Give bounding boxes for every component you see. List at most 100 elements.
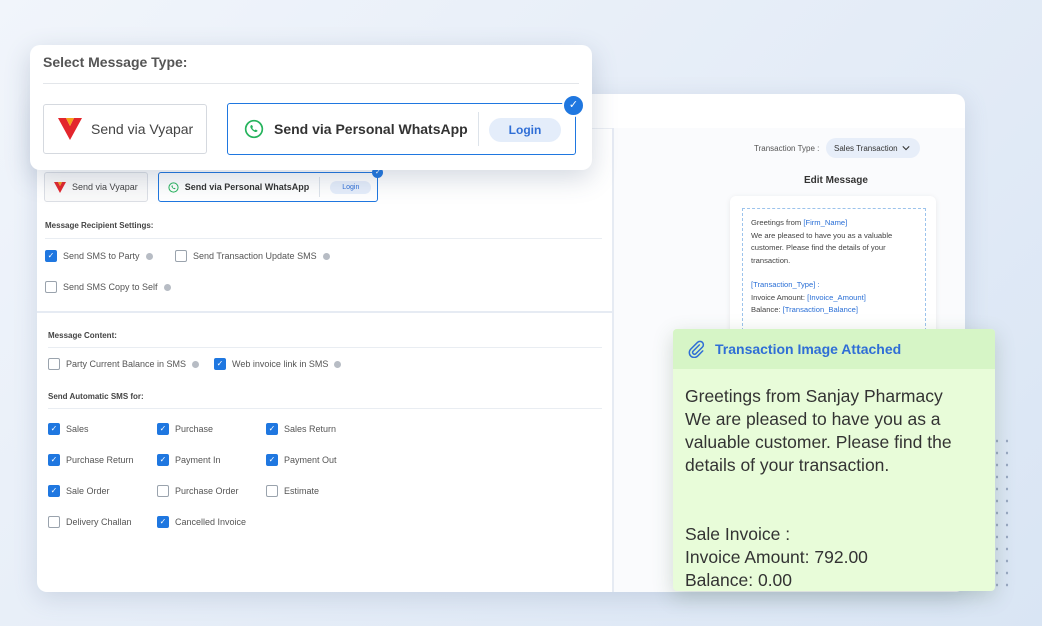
edit-message-title: Edit Message bbox=[804, 175, 868, 186]
option-label: Sale Order bbox=[66, 486, 110, 496]
chevron-down-icon bbox=[901, 146, 910, 151]
checkbox-unchecked[interactable] bbox=[157, 485, 169, 497]
checkbox-unchecked[interactable] bbox=[48, 358, 60, 370]
info-icon[interactable] bbox=[145, 252, 153, 260]
tab-label: Send via Vyapar bbox=[72, 182, 138, 192]
divider bbox=[478, 112, 479, 146]
whatsapp-icon bbox=[244, 119, 264, 139]
preview-message-body: Greetings from Sanjay Pharmacy We are pl… bbox=[673, 369, 995, 591]
preview-line: Balance: 0.00 bbox=[685, 570, 793, 590]
message-preview-card: Transaction Image Attached Greetings fro… bbox=[673, 329, 995, 591]
info-icon[interactable] bbox=[334, 360, 342, 368]
auto-sms-purchase-order[interactable]: Purchase Order bbox=[157, 485, 239, 497]
option-label: Sales Return bbox=[284, 424, 337, 434]
checkbox-checked[interactable]: ✓ bbox=[45, 250, 57, 262]
checkbox-checked[interactable]: ✓ bbox=[266, 423, 278, 435]
option-label: Purchase Return bbox=[66, 455, 134, 465]
option-label: Sales bbox=[66, 424, 89, 434]
template-text: Balance: bbox=[751, 305, 783, 314]
tab-send-via-whatsapp[interactable]: Send via Personal WhatsApp Login ✓ bbox=[157, 167, 384, 202]
paperclip-icon bbox=[688, 340, 705, 358]
template-text: : bbox=[815, 280, 820, 289]
button-label: Send via Vyapar bbox=[91, 121, 194, 137]
message-template-editor[interactable]: Greetings from [Firm_Name] We are please… bbox=[742, 208, 926, 346]
divider bbox=[48, 347, 602, 348]
settings-panel: Send via Vyapar Send via Personal WhatsA… bbox=[37, 128, 614, 592]
template-placeholder: [Invoice_Amount] bbox=[807, 292, 866, 302]
option-label: Party Current Balance in SMS bbox=[66, 359, 187, 369]
web-invoice-link-option[interactable]: ✓ Web invoice link in SMS bbox=[214, 358, 342, 370]
auto-sms-sale-order[interactable]: ✓ Sale Order bbox=[48, 485, 110, 497]
checkbox-checked[interactable]: ✓ bbox=[157, 516, 169, 528]
divider bbox=[45, 238, 602, 239]
preview-line: Sale Invoice : bbox=[685, 524, 791, 544]
checkbox-unchecked[interactable] bbox=[266, 485, 278, 497]
auto-sms-estimate[interactable]: Estimate bbox=[266, 485, 319, 497]
option-label: Send SMS to Party bbox=[63, 251, 140, 261]
recipient-settings-title: Message Recipient Settings: bbox=[45, 221, 154, 230]
tab-label: Send via Personal WhatsApp bbox=[184, 182, 310, 192]
auto-sms-purchase-return[interactable]: ✓ Purchase Return bbox=[48, 454, 134, 466]
mini-login-button[interactable]: Login bbox=[330, 180, 372, 194]
message-template-card: Greetings from [Firm_Name] We are please… bbox=[730, 196, 936, 346]
checkbox-unchecked[interactable] bbox=[48, 516, 60, 528]
transaction-type-value: Sales Transaction bbox=[834, 143, 898, 153]
template-text: Greetings from bbox=[751, 218, 804, 227]
vyapar-logo-icon bbox=[58, 118, 82, 140]
option-label: Estimate bbox=[284, 486, 320, 496]
info-icon[interactable] bbox=[322, 252, 330, 260]
template-placeholder: [Transaction_Balance] bbox=[782, 305, 858, 314]
attachment-label: Transaction Image Attached bbox=[715, 341, 902, 357]
template-placeholder: [Transaction_Type] bbox=[751, 280, 816, 289]
auto-sms-sales[interactable]: ✓ Sales bbox=[48, 423, 89, 435]
message-content-title: Message Content: bbox=[48, 331, 117, 340]
checkbox-unchecked[interactable] bbox=[175, 250, 187, 262]
option-label: Purchase bbox=[175, 424, 214, 434]
preview-line: Invoice Amount: 792.00 bbox=[685, 547, 868, 567]
selected-check-icon: ✓ bbox=[562, 94, 585, 117]
vyapar-logo-icon bbox=[54, 181, 66, 193]
info-icon[interactable] bbox=[163, 283, 171, 291]
send-sms-copy-to-self-option[interactable]: Send SMS Copy to Self bbox=[45, 281, 171, 293]
option-label: Delivery Challan bbox=[66, 517, 132, 527]
auto-sms-delivery-challan[interactable]: Delivery Challan bbox=[48, 516, 132, 528]
auto-sms-purchase[interactable]: ✓ Purchase bbox=[157, 423, 213, 435]
divider bbox=[319, 177, 321, 197]
attachment-header: Transaction Image Attached bbox=[673, 329, 995, 369]
checkbox-checked[interactable]: ✓ bbox=[157, 423, 169, 435]
select-message-type-popup: Select Message Type: Send via Vyapar Sen… bbox=[30, 45, 592, 170]
tab-send-via-vyapar[interactable]: Send via Vyapar bbox=[44, 172, 148, 202]
popup-title: Select Message Type: bbox=[43, 54, 188, 70]
info-icon[interactable] bbox=[192, 360, 200, 368]
checkbox-checked[interactable]: ✓ bbox=[48, 423, 60, 435]
option-label: Payment Out bbox=[284, 455, 337, 465]
checkbox-checked[interactable]: ✓ bbox=[48, 454, 60, 466]
checkbox-checked[interactable]: ✓ bbox=[48, 485, 60, 497]
send-via-whatsapp-button[interactable]: Send via Personal WhatsApp Login ✓ bbox=[227, 94, 585, 155]
auto-sms-payment-in[interactable]: ✓ Payment In bbox=[157, 454, 221, 466]
template-text: We are pleased to have you as a valuable bbox=[751, 230, 893, 240]
auto-sms-sales-return[interactable]: ✓ Sales Return bbox=[266, 423, 336, 435]
auto-sms-cancelled-invoice[interactable]: ✓ Cancelled Invoice bbox=[157, 516, 246, 528]
whatsapp-icon bbox=[168, 181, 179, 193]
send-automatic-sms-title: Send Automatic SMS for: bbox=[48, 392, 144, 401]
checkbox-unchecked[interactable] bbox=[45, 281, 57, 293]
send-transaction-update-sms-option[interactable]: Send Transaction Update SMS bbox=[175, 250, 330, 262]
transaction-type-select[interactable]: Sales Transaction bbox=[826, 138, 920, 158]
login-button[interactable]: Login bbox=[489, 118, 561, 142]
party-current-balance-option[interactable]: Party Current Balance in SMS bbox=[48, 358, 200, 370]
option-label: Send SMS Copy to Self bbox=[63, 282, 158, 292]
template-text: customer. Please find the details of you… bbox=[751, 243, 886, 252]
button-label: Send via Personal WhatsApp bbox=[274, 121, 468, 137]
send-sms-to-party-option[interactable]: ✓ Send SMS to Party bbox=[45, 250, 153, 262]
checkbox-checked[interactable]: ✓ bbox=[214, 358, 226, 370]
send-via-vyapar-button[interactable]: Send via Vyapar bbox=[43, 104, 207, 154]
message-type-tabs: Send via Vyapar Send via Personal WhatsA… bbox=[44, 167, 384, 202]
preview-line: Greetings from Sanjay Pharmacy bbox=[685, 386, 943, 406]
checkbox-checked[interactable]: ✓ bbox=[157, 454, 169, 466]
auto-sms-payment-out[interactable]: ✓ Payment Out bbox=[266, 454, 337, 466]
checkbox-checked[interactable]: ✓ bbox=[266, 454, 278, 466]
divider bbox=[43, 83, 579, 84]
option-label: Cancelled Invoice bbox=[175, 517, 247, 527]
